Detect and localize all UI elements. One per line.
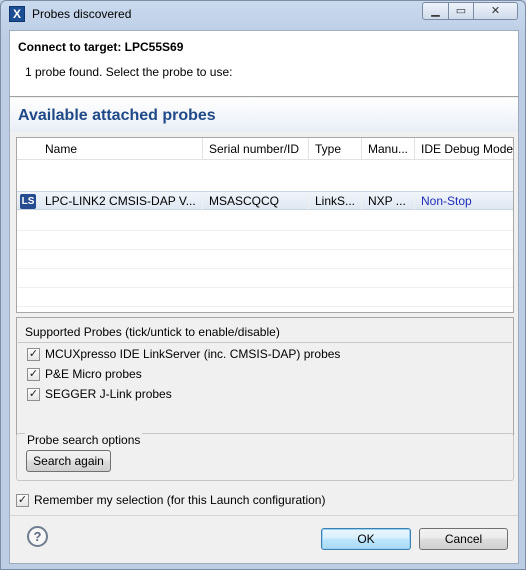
column-debug-mode[interactable]: IDE Debug Mode: [415, 138, 513, 160]
title-bar[interactable]: X Probes discovered ▁ ▭ ✕: [1, 1, 525, 27]
probe-serial: MSASCQCQ: [203, 192, 309, 211]
minimize-button[interactable]: ▁: [422, 2, 449, 20]
footer-divider: [10, 515, 518, 516]
pemicro-checkbox[interactable]: ✓: [27, 368, 40, 381]
probe-name: LPC-LINK2 CMSIS-DAP V...: [39, 192, 203, 211]
dialog-window: X Probes discovered ▁ ▭ ✕ Connect to tar…: [0, 0, 526, 570]
segger-label[interactable]: SEGGER J-Link probes: [45, 387, 172, 401]
supported-probes-heading: Supported Probes (tick/untick to enable/…: [25, 325, 280, 339]
app-icon: X: [9, 6, 25, 22]
help-icon[interactable]: ?: [27, 526, 48, 547]
section-header: Available attached probes: [10, 98, 518, 132]
probes-table: Name Serial number/ID Type Manu... IDE D…: [16, 137, 514, 313]
pemicro-label[interactable]: P&E Micro probes: [45, 367, 142, 381]
table-row-empty: [17, 288, 513, 307]
divider: [18, 342, 512, 343]
segger-checkbox[interactable]: ✓: [27, 388, 40, 401]
debug-mode-link[interactable]: Non-Stop: [415, 192, 513, 211]
table-row-empty: [17, 212, 513, 231]
column-serial[interactable]: Serial number/ID: [203, 138, 309, 160]
probe-search-group: Probe search options Search again: [16, 433, 514, 481]
linkserver-checkbox[interactable]: ✓: [27, 348, 40, 361]
ok-button[interactable]: OK: [321, 528, 411, 550]
connect-title: Connect to target: LPC55S69: [18, 40, 184, 54]
probe-type: LinkS...: [309, 192, 362, 211]
table-row-empty: [17, 231, 513, 250]
table-row[interactable]: LS LPC-LINK2 CMSIS-DAP V... MSASCQCQ Lin…: [17, 191, 513, 211]
linkserver-label[interactable]: MCUXpresso IDE LinkServer (inc. CMSIS-DA…: [45, 347, 340, 361]
table-row-empty: [17, 250, 513, 269]
remember-label[interactable]: Remember my selection (for this Launch c…: [34, 493, 325, 507]
column-type[interactable]: Type: [309, 138, 362, 160]
remember-checkbox[interactable]: ✓: [16, 494, 29, 507]
probe-found-message: 1 probe found. Select the probe to use:: [25, 65, 233, 79]
table-header: Name Serial number/ID Type Manu... IDE D…: [17, 138, 513, 160]
column-name[interactable]: Name: [39, 138, 203, 160]
dialog-content: Connect to target: LPC55S69 1 probe foun…: [9, 30, 519, 564]
search-again-button[interactable]: Search again: [26, 450, 111, 472]
probe-manufacturer: NXP ...: [362, 192, 415, 211]
supported-probes-group: Supported Probes (tick/untick to enable/…: [16, 317, 514, 435]
probe-search-title: Probe search options: [25, 433, 143, 447]
window-title: Probes discovered: [32, 7, 132, 21]
cancel-button[interactable]: Cancel: [419, 528, 508, 550]
maximize-button[interactable]: ▭: [448, 2, 474, 20]
table-row-empty: [17, 269, 513, 288]
close-button[interactable]: ✕: [473, 2, 518, 20]
linkserver-icon: LS: [20, 194, 36, 209]
column-manufacturer[interactable]: Manu...: [362, 138, 415, 160]
dialog-header: Connect to target: LPC55S69 1 probe foun…: [10, 31, 518, 97]
section-title: Available attached probes: [18, 107, 216, 124]
